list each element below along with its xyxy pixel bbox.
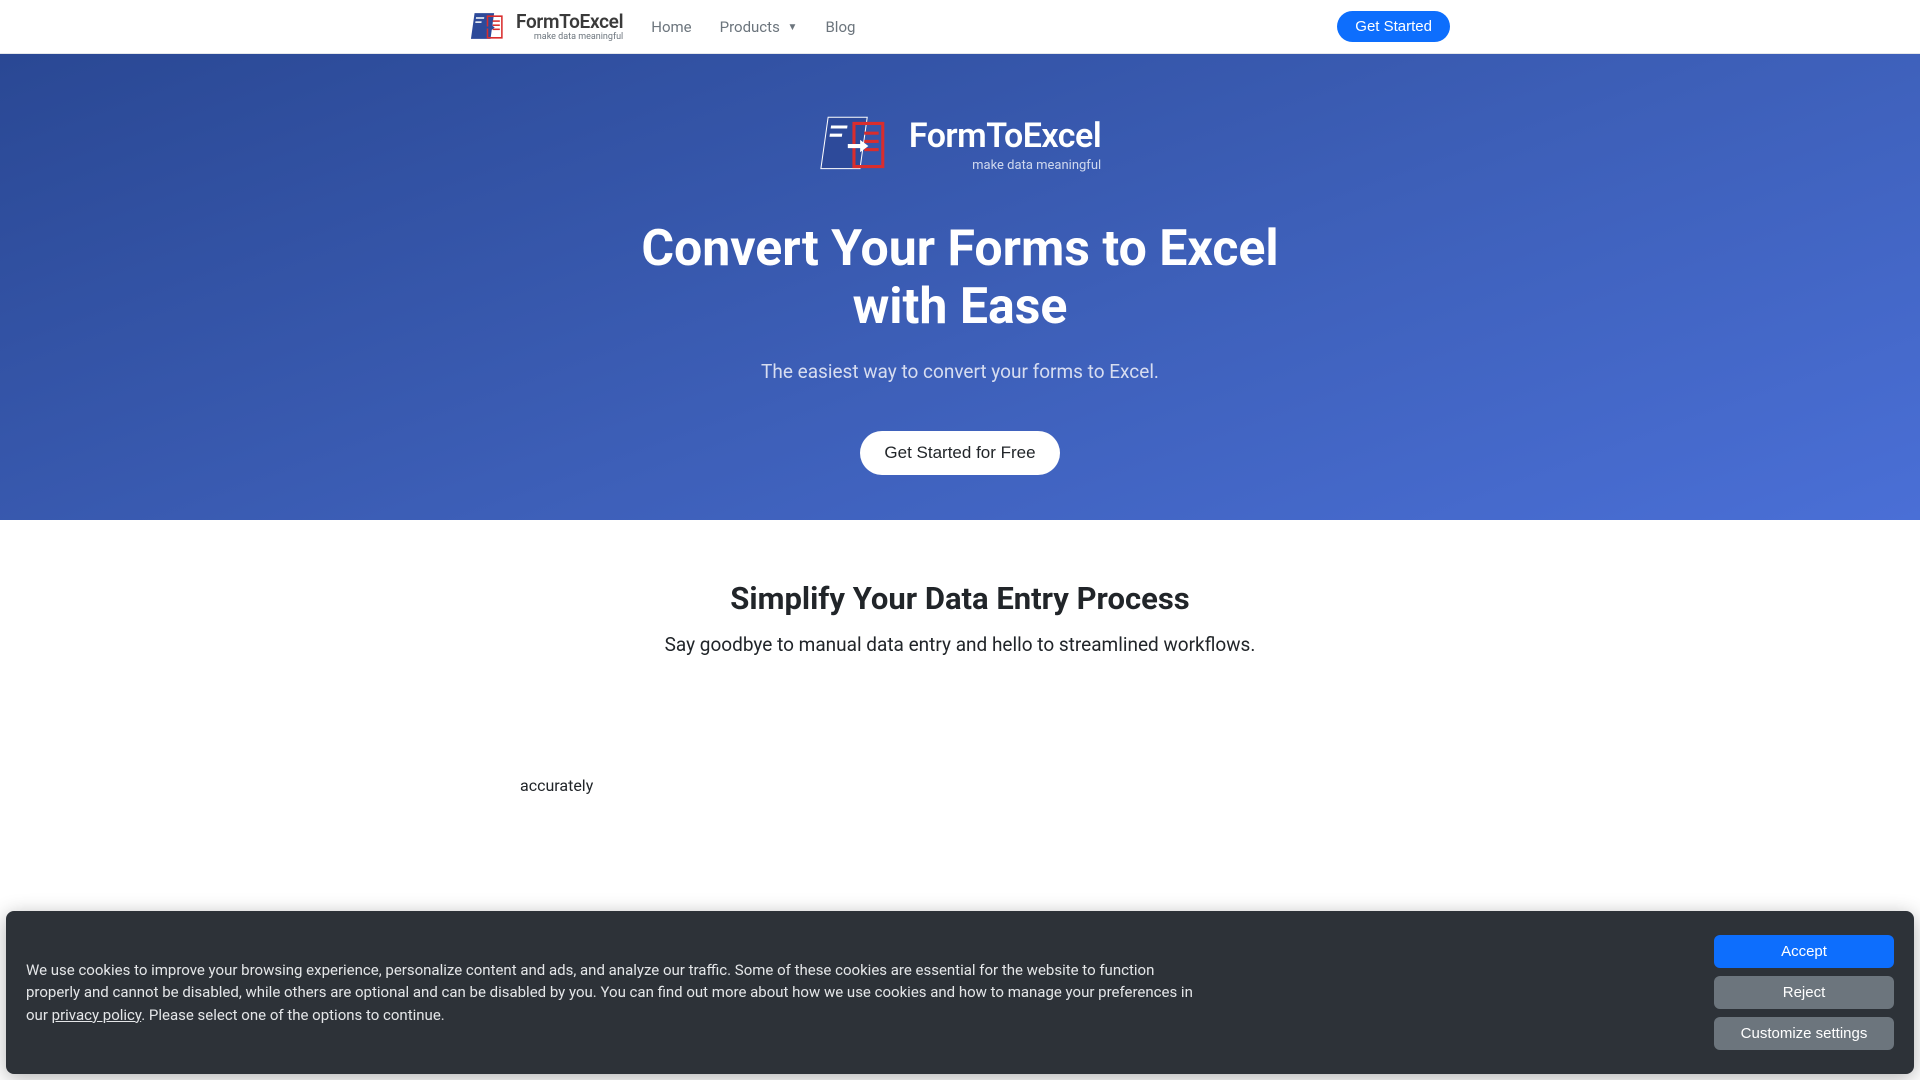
cookie-text-after: . Please select one of the options to co… — [141, 1006, 445, 1024]
cookie-text: We use cookies to improve your browsing … — [26, 959, 1206, 1027]
brand-tagline: make data meaningful — [534, 33, 623, 42]
cookie-reject-button[interactable]: Reject — [1714, 976, 1894, 1009]
cookie-accept-button[interactable]: Accept — [1714, 935, 1894, 968]
navbar-inner: FormToExcel make data meaningful Home Pr… — [470, 9, 1450, 45]
cookie-buttons: Accept Reject Customize settings — [1714, 935, 1894, 1050]
hero-subtitle: The easiest way to convert your forms to… — [20, 360, 1900, 383]
section-subtitle: Say goodbye to manual data entry and hel… — [20, 633, 1900, 656]
nav-home[interactable]: Home — [651, 18, 691, 36]
hero-headline: Convert Your Forms to Excel with Ease — [640, 221, 1280, 336]
navbar: FormToExcel make data meaningful Home Pr… — [0, 0, 1920, 54]
section-title: Simplify Your Data Entry Process — [20, 580, 1900, 617]
nav-links: Home Products ▼ Blog — [651, 18, 855, 36]
privacy-policy-link[interactable]: privacy policy — [52, 1006, 142, 1024]
get-started-free-button[interactable]: Get Started for Free — [860, 431, 1059, 475]
hero-logo: FormToExcel make data meaningful — [819, 109, 1101, 181]
feature-partial-text: accurately — [520, 776, 780, 795]
hero-brand-tagline: make data meaningful — [972, 159, 1101, 172]
hero-brand-name: FormToExcel — [909, 119, 1101, 153]
features-row: accurately — [470, 776, 1450, 795]
hero-section: FormToExcel make data meaningful Convert… — [0, 54, 1920, 520]
nav-left: FormToExcel make data meaningful Home Pr… — [470, 9, 855, 45]
brand-text-group: FormToExcel make data meaningful — [516, 12, 623, 42]
nav-blog[interactable]: Blog — [825, 18, 855, 36]
chevron-down-icon: ▼ — [788, 22, 798, 33]
hero-brand-text: FormToExcel make data meaningful — [909, 119, 1101, 172]
get-started-button[interactable]: Get Started — [1337, 11, 1450, 42]
nav-products-dropdown[interactable]: Products ▼ — [720, 18, 798, 36]
brand-logo-link[interactable]: FormToExcel make data meaningful — [470, 9, 623, 45]
simplify-section: Simplify Your Data Entry Process Say goo… — [0, 520, 1920, 696]
hero-logo-icon — [819, 109, 891, 181]
cookie-banner: We use cookies to improve your browsing … — [6, 911, 1914, 1074]
brand-logo-icon — [470, 9, 506, 45]
nav-products-label: Products — [720, 18, 780, 36]
cookie-customize-button[interactable]: Customize settings — [1714, 1017, 1894, 1050]
brand-name: FormToExcel — [516, 12, 623, 31]
